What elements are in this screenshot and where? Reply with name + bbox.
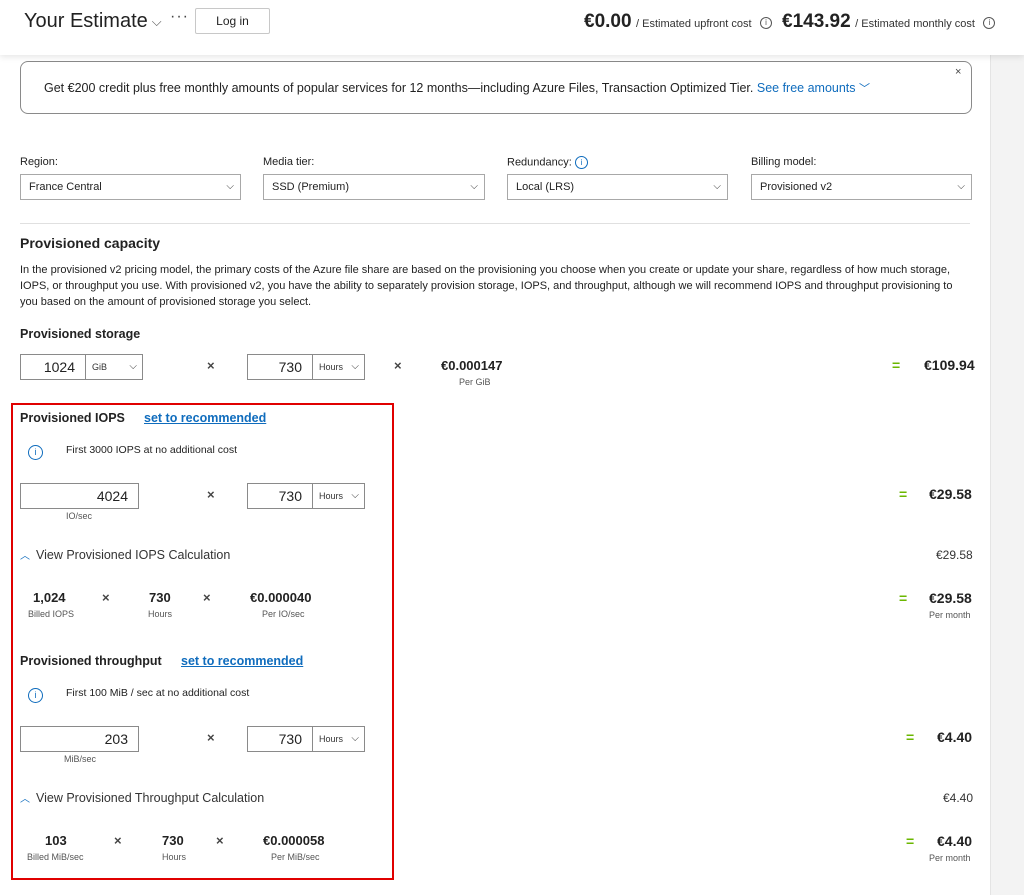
chevron-down-icon: ⌵ [713, 181, 721, 192]
storage-price: €0.000147 [441, 358, 503, 373]
storage-title: Provisioned storage [20, 327, 141, 341]
multiply-sign: × [203, 590, 211, 605]
see-free-amounts-link[interactable]: See free amounts ﹀ [757, 81, 870, 95]
info-icon[interactable]: i [760, 16, 773, 29]
iops-calc-hours-caption: Hours [148, 609, 173, 619]
iops-amount-caption: IO/sec [66, 511, 93, 521]
multiply-sign: × [102, 590, 110, 605]
storage-total: €109.94 [924, 357, 975, 373]
close-icon[interactable]: × [955, 66, 961, 78]
throughput-total: €4.40 [937, 729, 973, 745]
storage-hours-input[interactable]: 730 [247, 354, 313, 380]
more-options-button[interactable]: ··· [170, 8, 189, 26]
estimate-title[interactable]: Your Estimate ⌵ [24, 10, 162, 33]
multiply-sign: × [114, 833, 122, 848]
billing-model-label: Billing model: [751, 156, 817, 168]
equals-sign: = [906, 833, 915, 849]
login-button[interactable]: Log in [195, 8, 270, 34]
chevron-down-icon: ⌵ [351, 490, 359, 501]
chevron-up-icon: ︿ [20, 551, 30, 562]
multiply-sign: × [394, 358, 402, 373]
divider [20, 223, 970, 224]
upfront-cost-value: €0.00 [584, 11, 632, 32]
iops-calculation-summary: €29.58 [936, 548, 973, 562]
info-icon: i [28, 687, 43, 705]
throughput-billed-caption: Billed MiB/sec [27, 852, 84, 862]
throughput-billed-value: 103 [45, 833, 67, 848]
scrollbar[interactable] [990, 55, 1024, 895]
throughput-hours-unit-select[interactable]: Hours ⌵ [313, 726, 365, 752]
throughput-calc-hours-caption: Hours [162, 852, 187, 862]
throughput-title: Provisioned throughput [20, 654, 162, 668]
monthly-cost: €143.92 / Estimated monthly cost i [782, 11, 996, 33]
throughput-calculation-summary: €4.40 [943, 791, 974, 805]
equals-sign: = [892, 357, 901, 373]
media-tier-label: Media tier: [263, 156, 315, 168]
upfront-cost-label: / Estimated upfront cost [636, 18, 752, 30]
throughput-amount-input[interactable]: 203 [20, 726, 139, 752]
region-label: Region: [20, 156, 58, 168]
chevron-down-icon: ﹀ [859, 83, 871, 95]
banner-message: Get €200 credit plus free monthly amount… [44, 81, 871, 95]
storage-hours-unit-select[interactable]: Hours ⌵ [313, 354, 365, 380]
multiply-sign: × [216, 833, 224, 848]
iops-rate-caption: Per IO/sec [262, 609, 305, 619]
throughput-info-text: First 100 MiB / sec at no additional cos… [66, 687, 250, 699]
chevron-down-icon: ⌵ [470, 181, 478, 192]
info-icon[interactable]: i [574, 156, 588, 169]
multiply-sign: × [207, 487, 215, 502]
media-tier-select[interactable]: SSD (Premium) ⌵ [263, 174, 485, 200]
highlight-box [11, 403, 394, 880]
region-select[interactable]: France Central ⌵ [20, 174, 241, 200]
iops-rate: €0.000040 [250, 590, 312, 605]
throughput-rate-caption: Per MiB/sec [271, 852, 320, 862]
storage-unit-select[interactable]: GiB ⌵ [86, 354, 143, 380]
chevron-down-icon: ⌵ [957, 181, 965, 192]
chevron-down-icon: ⌵ [351, 733, 359, 744]
monthly-cost-label: / Estimated monthly cost [855, 18, 975, 30]
iops-hours-unit-select[interactable]: Hours ⌵ [313, 483, 365, 509]
chevron-down-icon: ⌵ [226, 181, 234, 192]
iops-billed-caption: Billed IOPS [28, 609, 75, 619]
equals-sign: = [899, 486, 908, 502]
throughput-calc-hours: 730 [162, 833, 184, 848]
chevron-down-icon: ⌵ [129, 361, 137, 372]
upfront-cost: €0.00 / Estimated upfront cost i [584, 11, 773, 33]
throughput-amount-caption: MiB/sec [64, 754, 97, 764]
info-icon: i [28, 444, 43, 462]
iops-billed-value: 1,024 [33, 590, 66, 605]
iops-calc-total-caption: Per month [929, 610, 971, 620]
throughput-rate: €0.000058 [263, 833, 325, 848]
section-description: In the provisioned v2 pricing model, the… [20, 264, 953, 308]
chevron-down-icon: ⌵ [351, 361, 359, 372]
iops-info-text: First 3000 IOPS at no additional cost [66, 444, 238, 456]
monthly-cost-value: €143.92 [782, 11, 851, 32]
multiply-sign: × [207, 358, 215, 373]
iops-calc-hours: 730 [149, 590, 171, 605]
billing-model-select[interactable]: Provisioned v2 ⌵ [751, 174, 972, 200]
redundancy-label: Redundancy: i [507, 156, 588, 169]
multiply-sign: × [207, 730, 215, 745]
storage-amount-input[interactable]: 1024 [20, 354, 86, 380]
iops-title: Provisioned IOPS [20, 411, 125, 425]
equals-sign: = [899, 590, 908, 606]
chevron-up-icon: ︿ [20, 794, 30, 805]
throughput-hours-input[interactable]: 730 [247, 726, 313, 752]
iops-set-recommended-link[interactable]: set to recommended [144, 411, 266, 425]
equals-sign: = [906, 729, 915, 745]
iops-amount-input[interactable]: 4024 [20, 483, 139, 509]
iops-calculation-toggle[interactable]: ︿ View Provisioned IOPS Calculation [20, 547, 230, 562]
section-title: Provisioned capacity [20, 235, 161, 251]
throughput-calculation-toggle[interactable]: ︿ View Provisioned Throughput Calculation [20, 790, 264, 805]
chevron-down-icon: ⌵ [151, 13, 162, 29]
throughput-set-recommended-link[interactable]: set to recommended [181, 654, 303, 668]
info-icon[interactable]: i [983, 16, 996, 29]
iops-calc-total: €29.58 [929, 590, 972, 606]
throughput-calc-total-caption: Per month [929, 853, 971, 863]
throughput-calc-total: €4.40 [937, 833, 973, 849]
redundancy-select[interactable]: Local (LRS) ⌵ [507, 174, 728, 200]
storage-price-caption: Per GiB [459, 377, 491, 387]
iops-total: €29.58 [929, 486, 972, 502]
iops-hours-input[interactable]: 730 [247, 483, 313, 509]
